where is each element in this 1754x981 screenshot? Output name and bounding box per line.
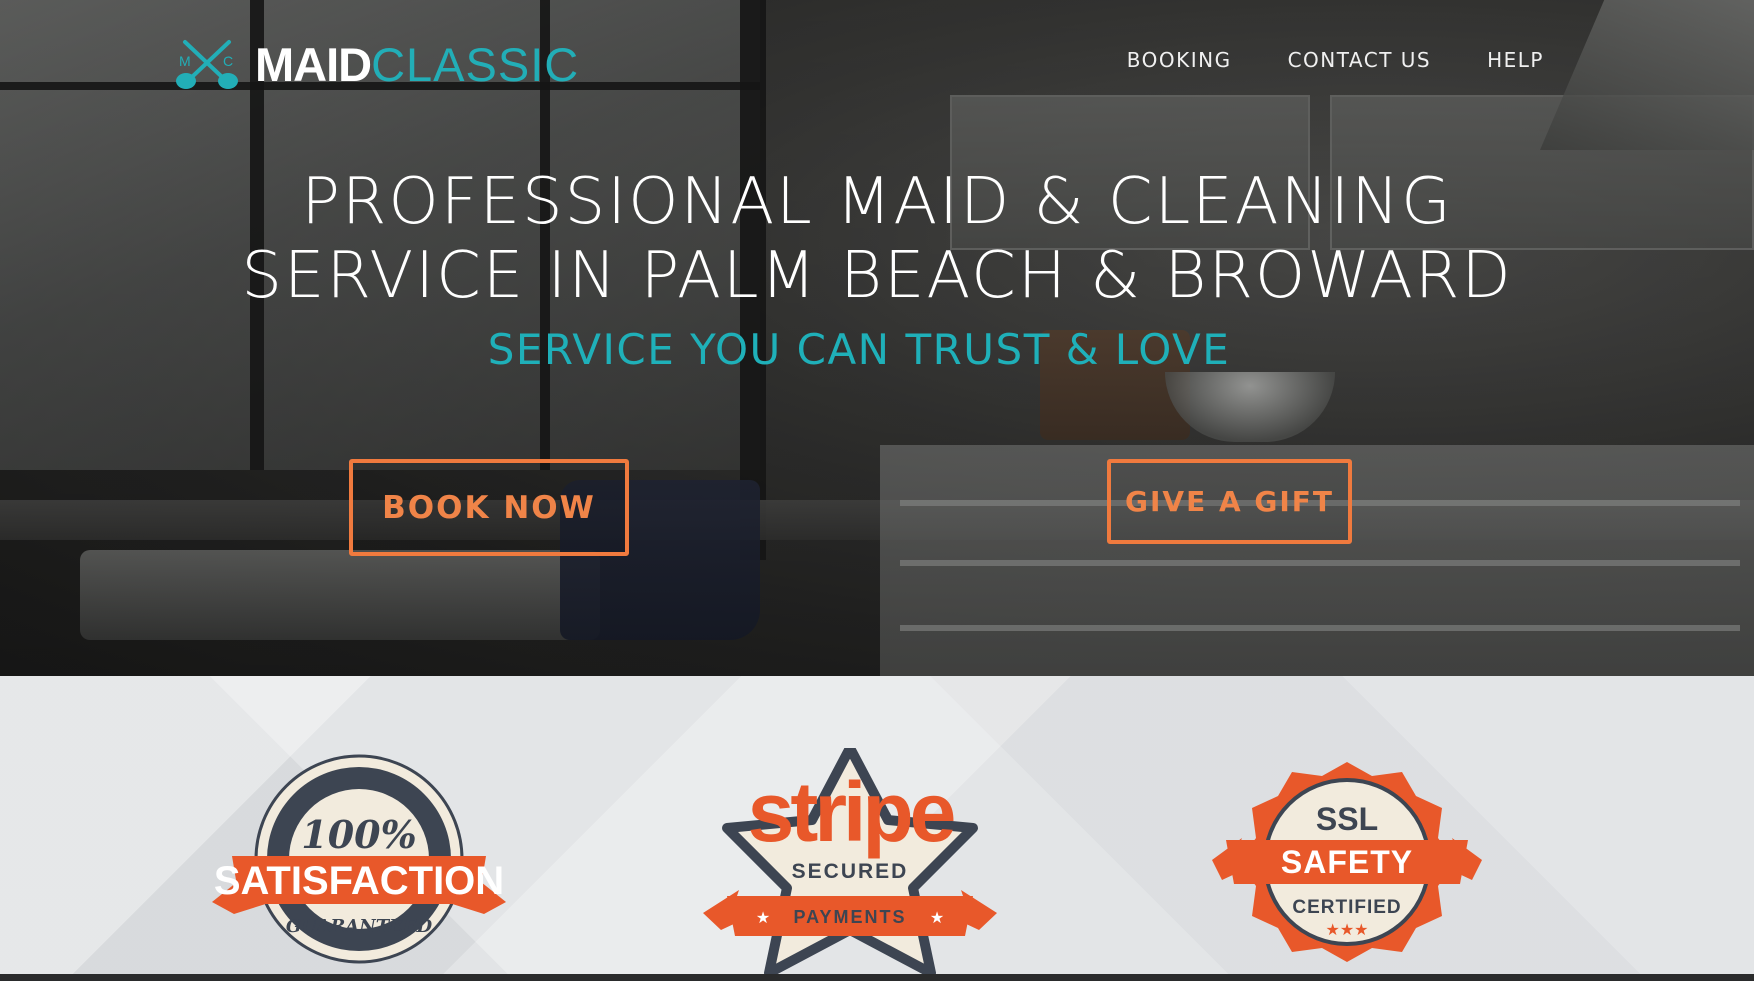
nav-help[interactable]: HELP: [1487, 48, 1544, 72]
ssl-safety-certified-badge: SSL SAFETY CERTIFIED ★★★: [1212, 748, 1482, 981]
hero-headline: PROFESSIONAL MAID & CLEANING SERVICE IN …: [0, 165, 1754, 313]
drawer-handle: [900, 625, 1740, 631]
crossed-spoons-icon: M C: [176, 40, 238, 89]
page-bottom-strip: [0, 974, 1754, 981]
svg-text:★★★: ★★★: [1325, 920, 1368, 939]
bowl-image: [1165, 372, 1335, 442]
svg-text:stripe: stripe: [748, 765, 954, 859]
logo-text-maid: MAID: [255, 37, 372, 91]
svg-text:★: ★: [930, 908, 944, 927]
nav-booking[interactable]: BOOKING: [1127, 48, 1232, 72]
drawer-handle: [900, 560, 1740, 566]
svg-text:PAYMENTS: PAYMENTS: [793, 907, 906, 927]
svg-text:GUARANTEED: GUARANTEED: [286, 916, 433, 937]
svg-text:★: ★: [756, 908, 770, 927]
svg-text:100%: 100%: [301, 812, 416, 857]
hero-headline-line1: PROFESSIONAL MAID & CLEANING: [301, 165, 1453, 239]
hero-headline-line2: SERVICE IN PALM BEACH & BROWARD: [241, 239, 1513, 313]
logo-text-classic: CLASSIC: [371, 37, 580, 91]
hero-tagline: SERVICE YOU CAN TRUST & LOVE: [487, 325, 1231, 374]
nav-contact-us[interactable]: CONTACT US: [1288, 48, 1432, 72]
main-nav: BOOKING CONTACT US HELP: [1127, 48, 1544, 72]
sink-image: [80, 550, 600, 640]
svg-text:SECURED: SECURED: [792, 860, 909, 883]
svg-text:CERTIFIED: CERTIFIED: [1292, 897, 1401, 918]
satisfaction-guaranteed-badge: 100% SATISFACTION GUARANTEED: [212, 752, 506, 970]
stripe-secured-payments-badge: stripe SECURED PAYMENTS ★ ★: [703, 748, 997, 981]
give-a-gift-button[interactable]: GIVE A GIFT: [1107, 459, 1352, 544]
svg-text:M: M: [179, 53, 191, 69]
svg-text:SSL: SSL: [1316, 801, 1378, 837]
svg-text:SAFETY: SAFETY: [1281, 844, 1413, 880]
svg-text:C: C: [223, 53, 233, 69]
range-hood-image: [1540, 0, 1754, 150]
svg-text:SATISFACTION: SATISFACTION: [214, 859, 504, 903]
book-now-button[interactable]: BOOK NOW: [349, 459, 629, 556]
site-logo[interactable]: M C MAID CLASSIC: [171, 36, 579, 92]
